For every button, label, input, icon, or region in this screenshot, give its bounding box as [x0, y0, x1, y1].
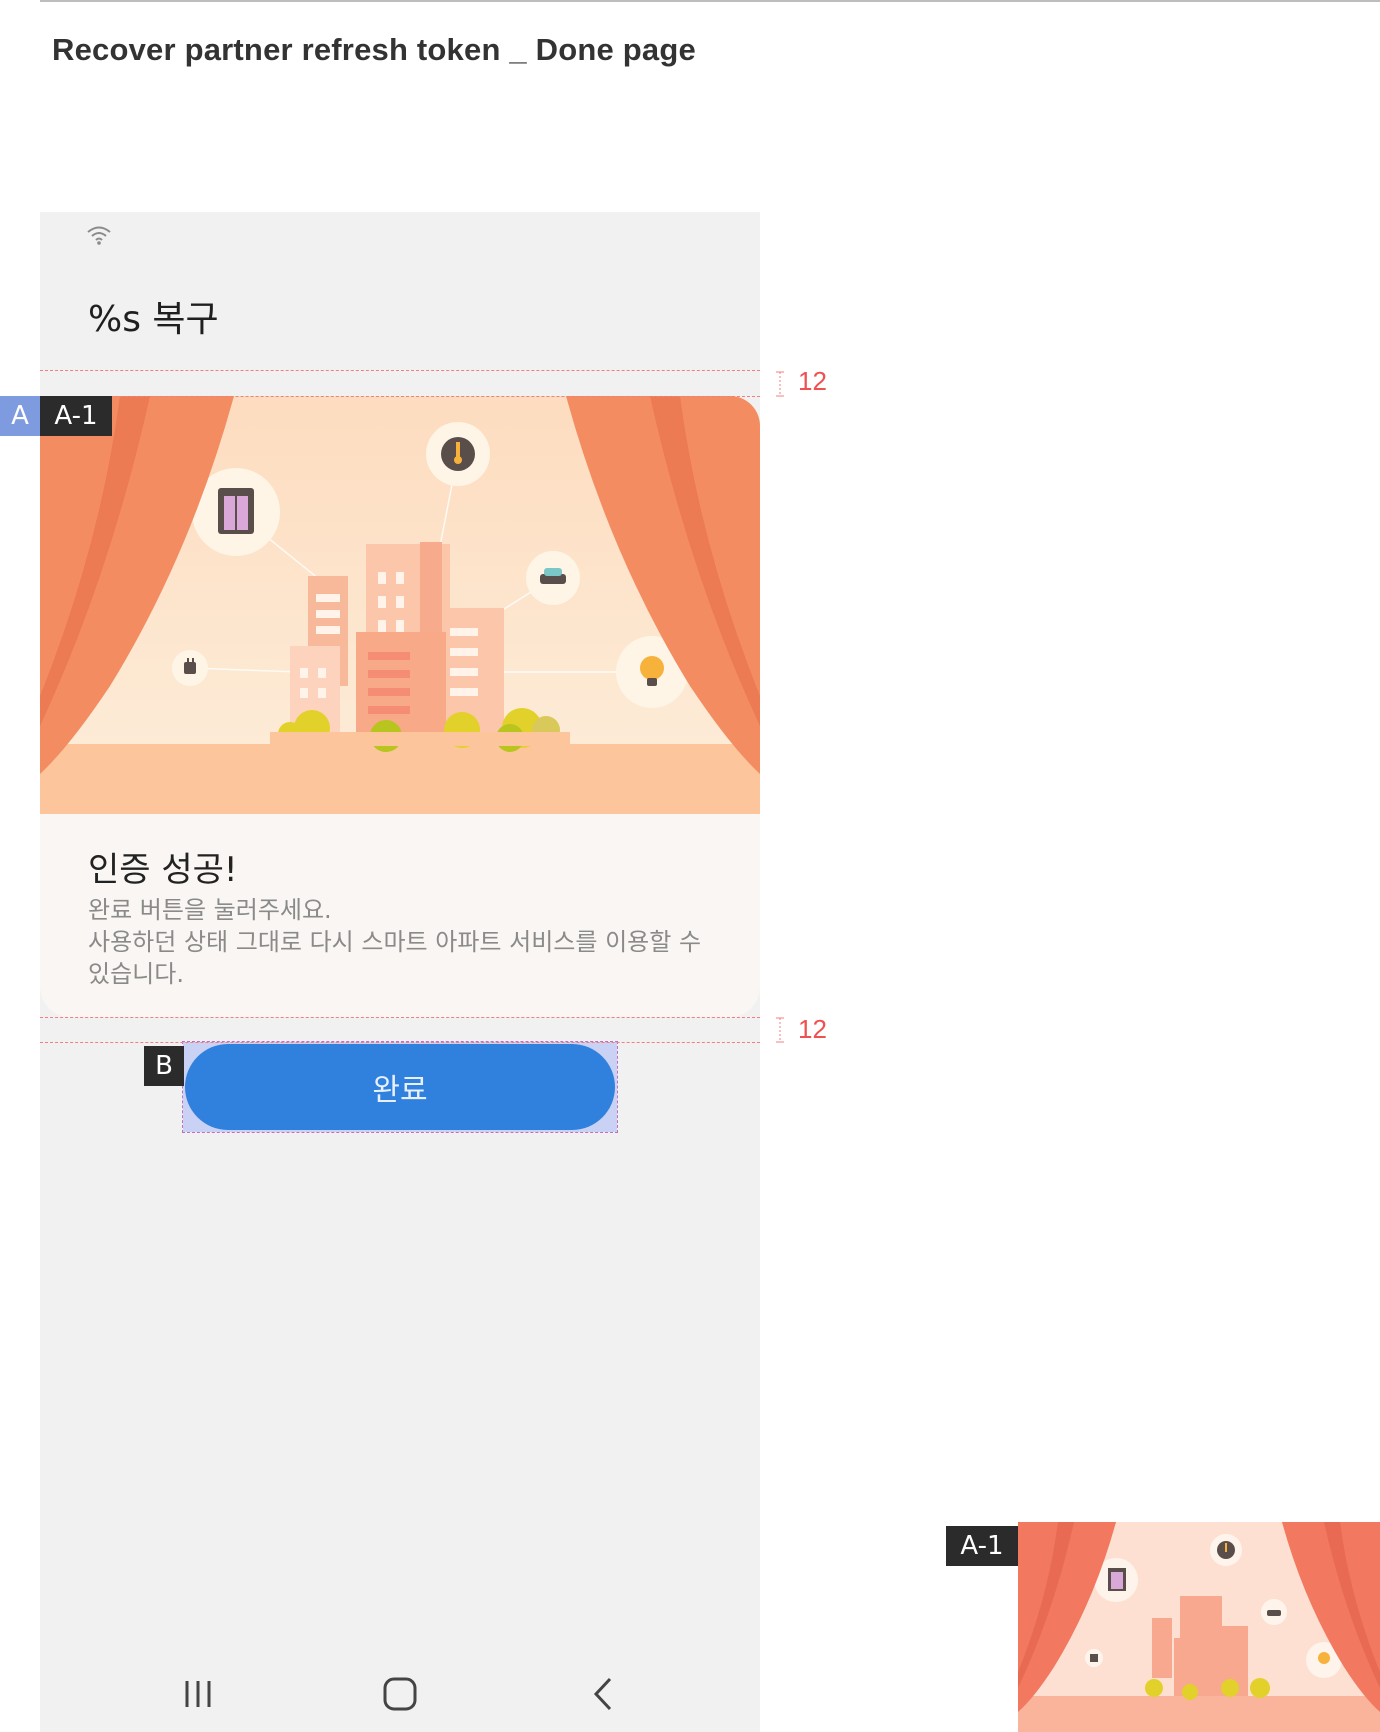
wifi-icon — [87, 226, 111, 245]
image-tag-a1: A-1 — [40, 396, 112, 436]
thumbnail-tag-a1: A-1 — [946, 1526, 1018, 1566]
card-line-2: 사용하던 상태 그대로 다시 스마트 아파트 서비스를 이용할 수 있습니다. — [88, 928, 702, 988]
spacing-guide-line — [40, 1042, 760, 1043]
section-tag-a: A — [0, 396, 40, 436]
illustration-thumbnail — [1018, 1522, 1380, 1732]
card-line-1: 완료 버튼을 눌러주세요. — [88, 896, 332, 924]
spacing-guide-line — [40, 370, 760, 371]
app-title: %s 복구 — [88, 299, 219, 340]
smart-city-illustration — [40, 396, 760, 814]
spacing-guide-line — [40, 1017, 760, 1018]
spacing-guide-line — [40, 396, 760, 397]
spacing-marker-icon — [776, 1017, 784, 1043]
button-tag-b: B — [144, 1046, 184, 1086]
card-heading: 인증 성공! — [88, 850, 238, 890]
done-button[interactable]: 완료 — [185, 1044, 615, 1130]
back-icon[interactable] — [573, 1672, 633, 1716]
smart-city-thumbnail-image — [1018, 1522, 1380, 1732]
spacing-label-bottom: 12 — [798, 1014, 827, 1044]
card-description: 완료 버튼을 눌러주세요. 사용하던 상태 그대로 다시 스마트 아파트 서비스… — [88, 894, 728, 990]
top-divider — [40, 0, 1380, 2]
success-card: 인증 성공! 완료 버튼을 눌러주세요. 사용하던 상태 그대로 다시 스마트 … — [40, 396, 760, 1017]
navigation-bar — [40, 1652, 760, 1732]
recent-apps-icon[interactable] — [168, 1672, 228, 1716]
spacing-marker-icon — [776, 371, 784, 397]
document-title: Recover partner refresh token _ Done pag… — [52, 32, 696, 67]
phone-screen: %s 복구 인증 성공! 완료 버튼을 눌러주세요. 사용하던 상태 그대로 다… — [40, 212, 760, 1732]
home-icon[interactable] — [370, 1672, 430, 1716]
spacing-label-top: 12 — [798, 366, 827, 396]
